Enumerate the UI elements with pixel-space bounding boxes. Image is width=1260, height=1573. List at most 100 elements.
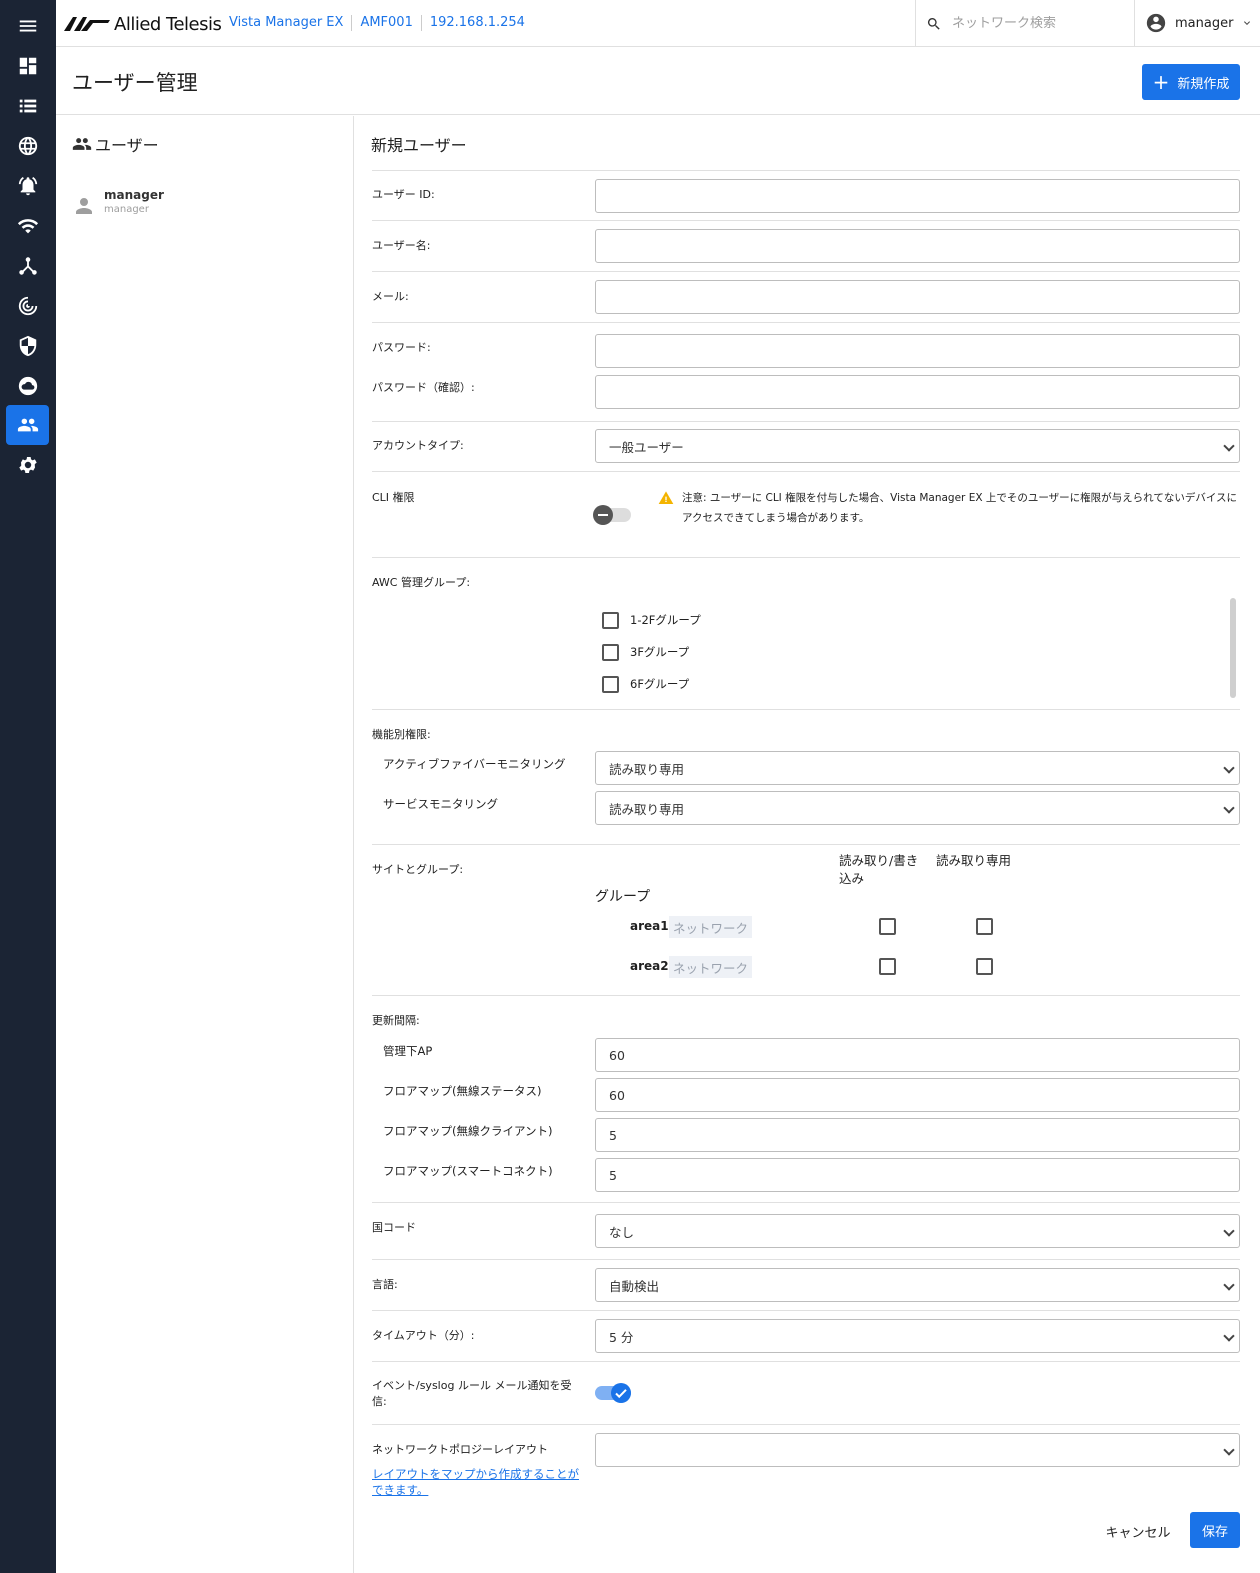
divider [420, 15, 422, 31]
event-notification-toggle[interactable] [595, 1383, 631, 1403]
read-only-checkbox[interactable] [976, 918, 993, 935]
group-name: area1 [630, 919, 669, 933]
refresh-smart-connect-field[interactable]: 5 [595, 1158, 1240, 1192]
settings-icon[interactable] [6, 445, 49, 485]
breadcrumb-product[interactable]: Vista Manager EX [229, 15, 343, 31]
event-notification-label: イベント/syslog ルール メール通知を受信: [372, 1379, 572, 1408]
warning-icon [658, 491, 674, 504]
read-write-checkbox[interactable] [879, 958, 896, 975]
feature-label: サービスモニタリング [383, 797, 498, 811]
refresh-item-label: フロアマップ(無線ステータス) [383, 1084, 542, 1098]
awc-group-label: 1-2Fグループ [630, 613, 701, 627]
divider [351, 15, 353, 31]
save-button[interactable]: 保存 [1190, 1512, 1240, 1548]
service-monitoring-permission-select[interactable]: 読み取り専用 [595, 791, 1240, 825]
dashboard-icon[interactable] [6, 46, 49, 86]
read-only-checkbox[interactable] [976, 958, 993, 975]
awc-label: AWC 管理グループ: [372, 576, 471, 589]
read-write-checkbox[interactable] [879, 918, 896, 935]
account-type-select[interactable]: 一般ユーザー [595, 429, 1240, 463]
email-field[interactable] [595, 280, 1240, 314]
divider [372, 220, 1240, 221]
globe-icon[interactable] [6, 126, 49, 166]
page-header: ユーザー管理 + 新規作成 [56, 47, 1260, 115]
check-icon [615, 1389, 627, 1399]
user-list-title: ユーザー [72, 132, 159, 156]
new-user-label: 新規作成 [1177, 76, 1230, 92]
divider [372, 322, 1240, 323]
search-input[interactable] [952, 16, 1122, 31]
list-icon[interactable] [6, 86, 49, 126]
language-select[interactable]: 自動検出 [595, 1268, 1240, 1302]
breadcrumb: Vista Manager EX AMF001 192.168.1.254 [229, 15, 525, 31]
chevron-down-icon [1244, 21, 1251, 25]
divider [372, 170, 1240, 171]
refresh-wireless-status-field[interactable]: 60 [595, 1078, 1240, 1112]
refresh-interval-label: 更新間隔: [372, 1014, 420, 1027]
top-bar: Allied Telesis Vista Manager EX AMF001 1… [56, 0, 1260, 47]
scrollbar-thumb[interactable] [1230, 598, 1236, 698]
awc-group-checkbox[interactable] [602, 644, 619, 661]
group-name: area2 [630, 959, 669, 973]
email-label: メール: [372, 290, 409, 303]
awc-group-checkbox[interactable] [602, 676, 619, 693]
read-write-column-header: 読み取り/書き込み [839, 853, 919, 886]
topology-icon[interactable] [6, 246, 49, 286]
current-user: manager [1175, 15, 1234, 31]
topology-layout-select[interactable] [595, 1433, 1240, 1467]
allied-telesis-logo-icon [64, 17, 110, 31]
sites-groups-label: サイトとグループ: [372, 863, 464, 876]
timeout-select[interactable]: 5 分 [595, 1319, 1240, 1353]
country-code-label: 国コード [372, 1221, 416, 1234]
user-id: manager [104, 204, 149, 215]
feature-label: アクティブファイバーモニタリング [383, 757, 566, 771]
account-circle-icon [1146, 13, 1166, 33]
refresh-item-label: フロアマップ(無線クライアント) [383, 1124, 553, 1138]
user-menu[interactable]: manager [1145, 12, 1253, 34]
toggle-knob [593, 505, 613, 525]
user-name: manager [104, 188, 164, 202]
divider [372, 271, 1240, 272]
plus-icon: + [1152, 70, 1170, 94]
group-column-header: グループ [595, 889, 651, 905]
refresh-ap-field[interactable]: 60 [595, 1038, 1240, 1072]
brand-name: Allied Telesis [114, 13, 222, 35]
refresh-wireless-client-field[interactable]: 5 [595, 1118, 1240, 1152]
country-code-select[interactable]: なし [595, 1214, 1240, 1248]
divider [372, 421, 1240, 422]
page-title: ユーザー管理 [72, 71, 198, 95]
cancel-button[interactable]: キャンセル [1100, 1516, 1176, 1546]
create-layout-link[interactable]: レイアウトをマップから作成することができます。 [372, 1466, 582, 1498]
list-item[interactable]: manager manager [72, 188, 164, 218]
shield-icon[interactable] [6, 326, 49, 366]
cli-toggle[interactable] [593, 505, 631, 525]
user-id-field[interactable] [595, 179, 1240, 213]
divider [372, 1361, 1240, 1362]
refresh-item-label: 管理下AP [383, 1044, 433, 1058]
alarm-icon[interactable] [6, 166, 49, 206]
active-fiber-permission-select[interactable]: 読み取り専用 [595, 751, 1240, 785]
password-label: パスワード: [372, 341, 431, 354]
new-user-button[interactable]: + 新規作成 [1142, 64, 1240, 100]
password-confirm-label: パスワード（確認）: [372, 381, 475, 394]
breadcrumb-network[interactable]: AMF001 [360, 15, 412, 31]
radar-icon[interactable] [6, 286, 49, 326]
breadcrumb-ip[interactable]: 192.168.1.254 [430, 15, 525, 31]
user-list-heading: ユーザー [95, 136, 159, 155]
divider [372, 557, 1240, 558]
awc-group-checkbox[interactable] [602, 612, 619, 629]
person-icon [76, 198, 92, 214]
user-name-field[interactable] [595, 229, 1240, 263]
divider [372, 844, 1240, 845]
cli-warning: 注意: ユーザーに CLI 権限を付与した場合、Vista Manager EX… [658, 488, 1238, 528]
users-icon[interactable] [6, 405, 49, 445]
password-confirm-field[interactable] [595, 375, 1240, 409]
menu-icon[interactable] [6, 6, 49, 46]
brand-logo[interactable]: Allied Telesis [64, 12, 222, 36]
feature-permissions-label: 機能別権限: [372, 728, 431, 741]
read-only-column-header: 読み取り専用 [936, 853, 1012, 868]
cloud-icon[interactable] [6, 366, 49, 406]
wifi-icon[interactable] [6, 206, 49, 246]
password-field[interactable] [595, 334, 1240, 368]
topology-layout-label: ネットワークトポロジーレイアウト [372, 1443, 548, 1456]
